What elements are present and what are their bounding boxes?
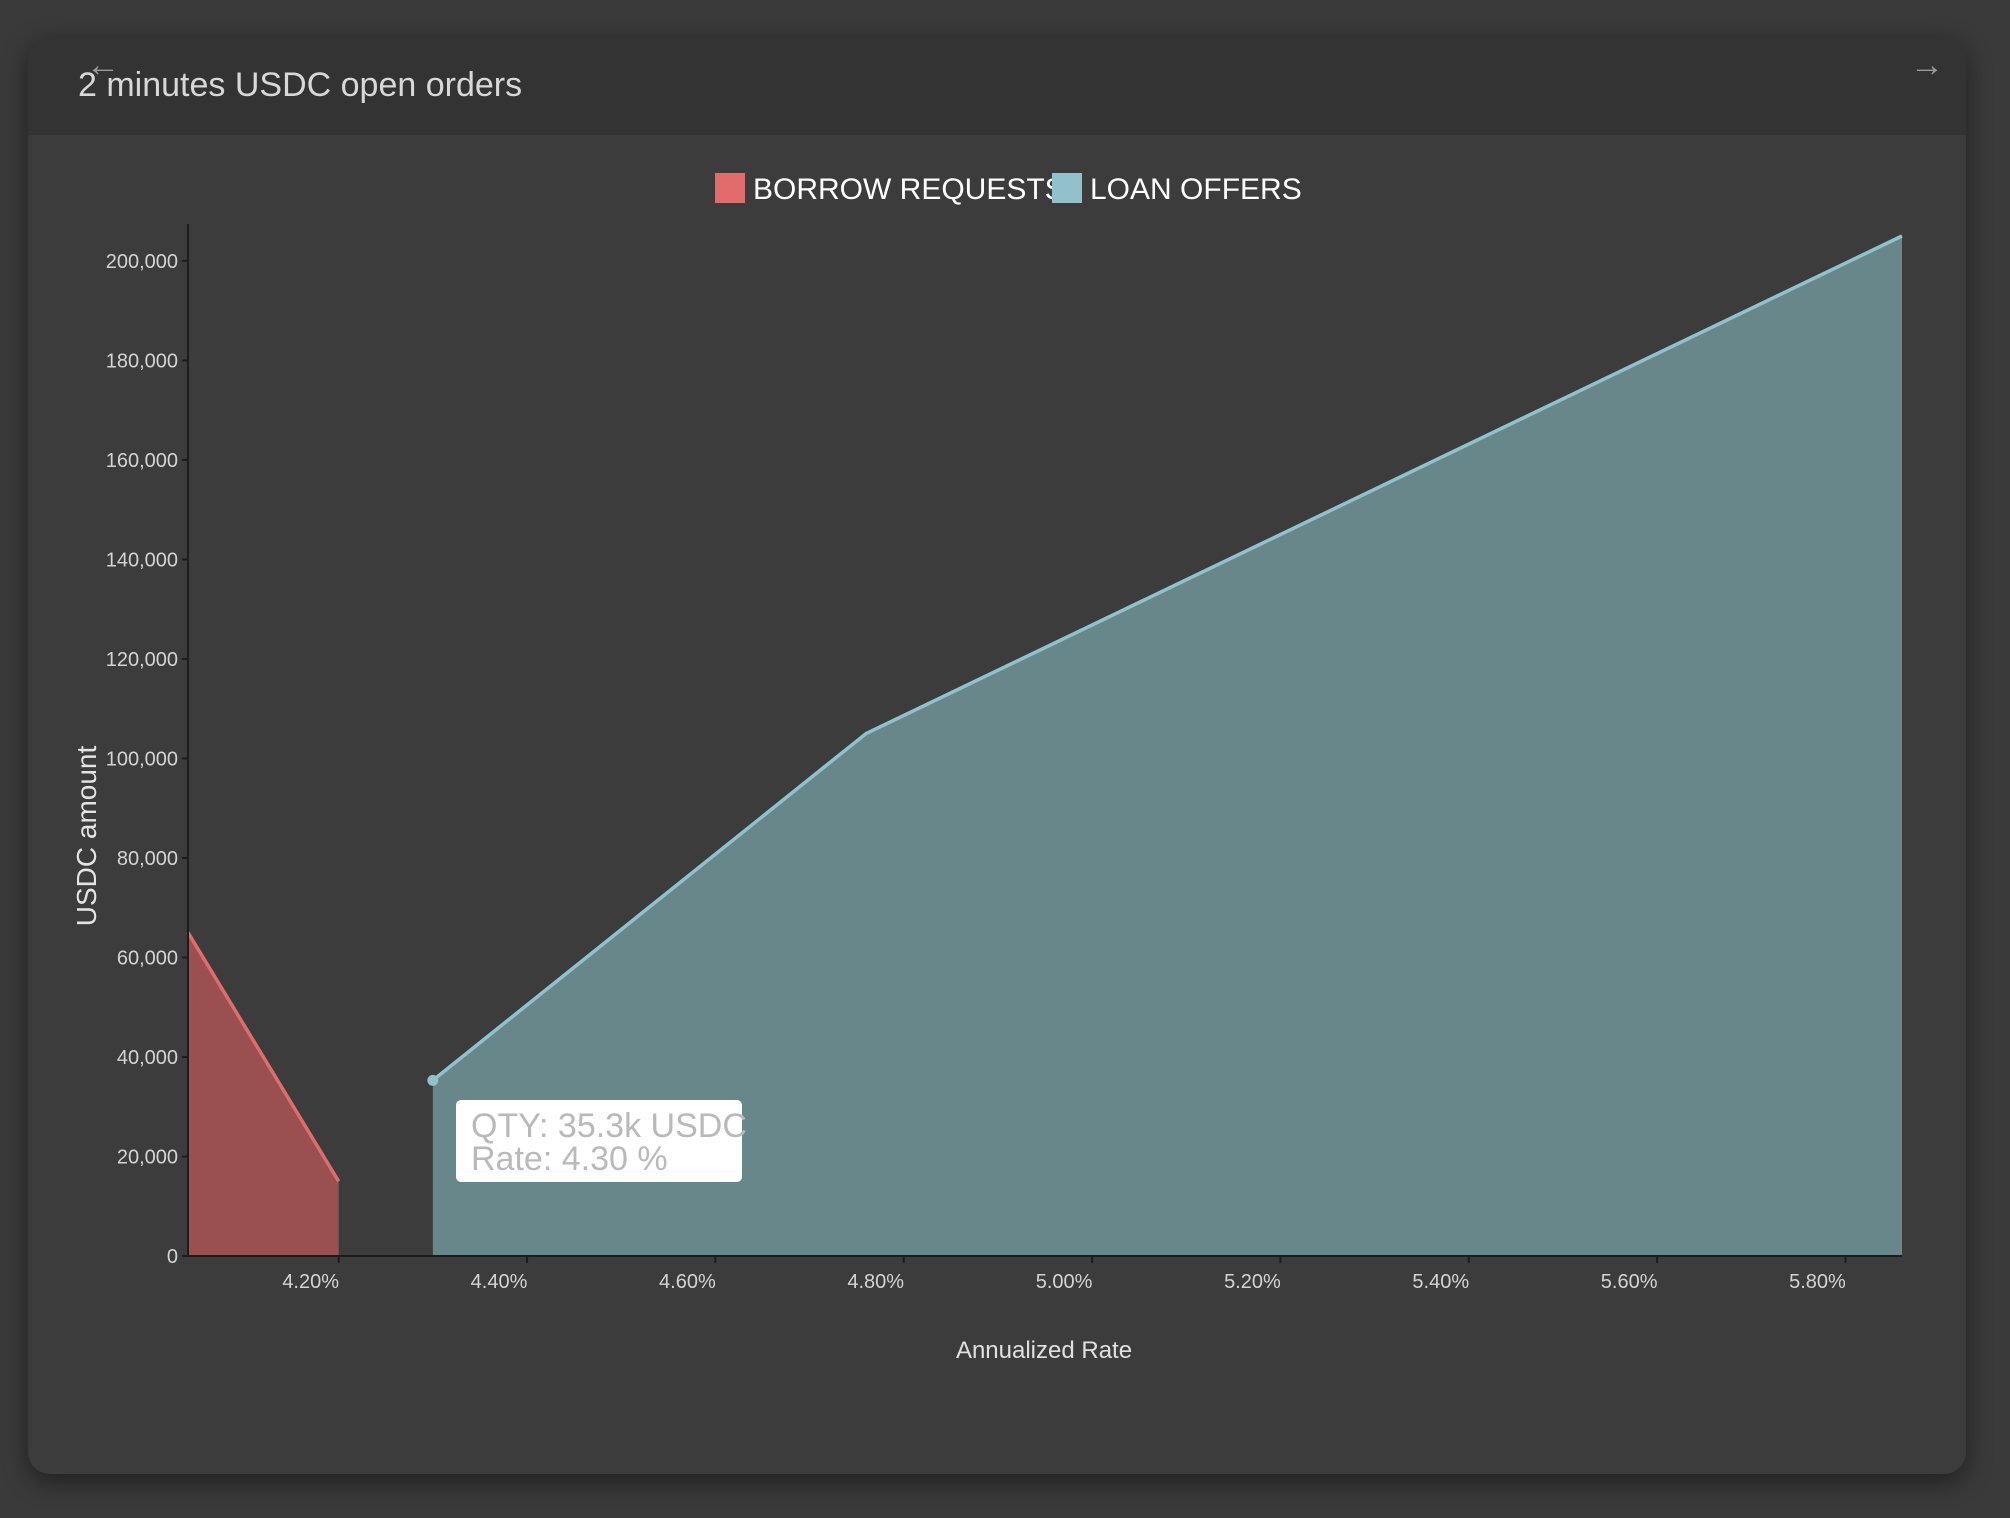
y-tick-label: 160,000 xyxy=(106,450,178,472)
y-tick-label: 120,000 xyxy=(106,649,178,671)
x-tick-label: 4.20% xyxy=(282,1271,339,1293)
y-tick-label: 20,000 xyxy=(117,1146,178,1168)
series-area-borrow xyxy=(188,932,339,1256)
x-tick-label: 4.40% xyxy=(471,1271,528,1293)
y-tick-label: 80,000 xyxy=(117,848,178,870)
x-tick-label: 5.60% xyxy=(1601,1271,1658,1293)
y-tick-label: 0 xyxy=(167,1246,178,1268)
y-tick-label: 200,000 xyxy=(106,251,178,273)
x-axis-title: Annualized Rate xyxy=(956,1337,1132,1364)
y-tick-label: 40,000 xyxy=(117,1047,178,1069)
x-tick-label: 4.80% xyxy=(847,1271,904,1293)
x-tick-label: 4.60% xyxy=(659,1271,716,1293)
chart-card: 2 minutes USDC open orders ← → BORROW RE… xyxy=(28,36,1966,1474)
y-axis-title: USDC amount xyxy=(71,746,102,927)
x-tick-label: 5.20% xyxy=(1224,1271,1281,1293)
order-book-chart: BORROW REQUESTS LOAN OFFERS 0 20,000 40,00… xyxy=(71,173,1903,1364)
y-tick-label: 60,000 xyxy=(117,947,178,969)
tooltip: QTY: 35.3k USDC Rate: 4.30 % xyxy=(456,1100,747,1182)
y-tick-label: 140,000 xyxy=(106,549,178,571)
legend-swatch-borrow xyxy=(715,173,745,203)
y-tick-label: 180,000 xyxy=(106,350,178,372)
legend: BORROW REQUESTS LOAN OFFERS xyxy=(715,173,1302,206)
legend-label-loan: LOAN OFFERS xyxy=(1090,173,1302,206)
highlight-point[interactable] xyxy=(427,1074,439,1086)
legend-item-loan[interactable]: LOAN OFFERS xyxy=(1052,173,1302,206)
x-tick-label: 5.00% xyxy=(1036,1271,1093,1293)
x-tick-label: 5.40% xyxy=(1412,1271,1469,1293)
x-tick-label: 5.80% xyxy=(1789,1271,1846,1293)
legend-item-borrow[interactable]: BORROW REQUESTS xyxy=(715,173,1065,206)
series-layer xyxy=(186,234,1903,1256)
legend-swatch-loan xyxy=(1052,173,1082,203)
y-tick-label: 100,000 xyxy=(106,748,178,770)
legend-label-borrow: BORROW REQUESTS xyxy=(753,173,1065,206)
tooltip-rate: Rate: 4.30 % xyxy=(471,1140,668,1178)
